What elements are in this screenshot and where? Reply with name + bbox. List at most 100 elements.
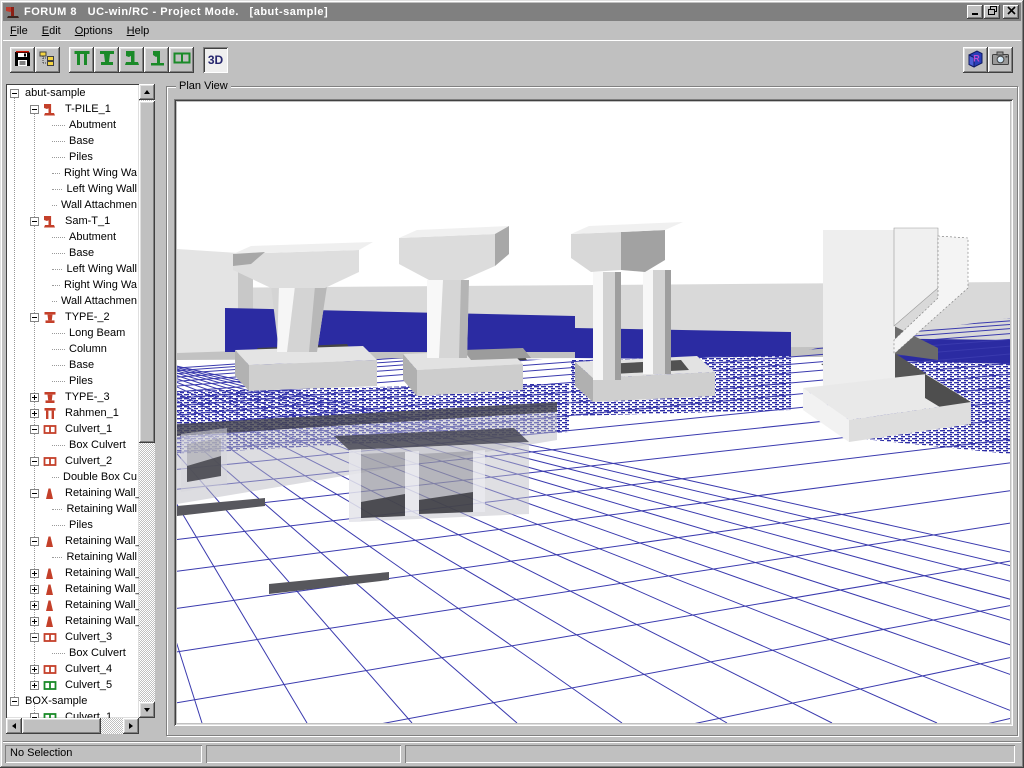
tree-item-retaining-wall[interactable]: Retaining Wall_ — [6, 533, 139, 549]
tree-item-retaining-wall[interactable]: Retaining Wall_ — [6, 597, 139, 613]
tree-item-label: Rahmen_1 — [63, 407, 121, 419]
tree-item-label: abut-sample — [23, 87, 88, 99]
box-culvert-button[interactable] — [169, 47, 194, 73]
menu-file[interactable]: File — [3, 23, 35, 39]
report-button[interactable]: R — [963, 47, 988, 73]
scroll-up-button[interactable] — [139, 84, 155, 100]
close-button[interactable] — [1003, 5, 1019, 19]
tree-connector — [52, 157, 65, 158]
plan-view-canvas[interactable] — [177, 102, 1010, 723]
tree-item-retaining-wall[interactable]: Retaining Wall_ — [6, 581, 139, 597]
expand-minus-box[interactable] — [30, 313, 39, 322]
expand-minus-box[interactable] — [30, 217, 39, 226]
expand-minus-box[interactable] — [30, 457, 39, 466]
tree-item-culvert-3[interactable]: Culvert_3 — [6, 629, 139, 645]
tree-item-culvert-5[interactable]: Culvert_5 — [6, 677, 139, 693]
close-icon — [1007, 6, 1016, 18]
restore-button[interactable] — [984, 5, 1000, 19]
tree-item-box-culvert[interactable]: Box Culvert — [6, 645, 139, 661]
tree-item-culvert-2[interactable]: Culvert_2 — [6, 453, 139, 469]
expand-minus-box[interactable] — [30, 425, 39, 434]
tree-item-retaining-wall[interactable]: Retaining Wall_ — [6, 565, 139, 581]
tree-item-right-wing-wa[interactable]: Right Wing Wa — [6, 277, 139, 293]
tree-connector — [52, 189, 62, 190]
scroll-down-button[interactable] — [139, 702, 155, 718]
tree-item-culvert-1[interactable]: Culvert_1 — [6, 709, 139, 718]
save-button[interactable] — [10, 47, 35, 73]
expand-plus-box[interactable] — [30, 665, 39, 674]
tree-item-box-sample[interactable]: BOX-sample — [6, 693, 139, 709]
culvert-red-icon — [43, 631, 60, 644]
tree-item-left-wing-wall[interactable]: Left Wing Wall — [6, 181, 139, 197]
window-controls — [966, 5, 1019, 19]
snapshot-button[interactable] — [988, 47, 1013, 73]
tree-item-type-2[interactable]: TYPE-_2 — [6, 309, 139, 325]
tree-item-long-beam[interactable]: Long Beam — [6, 325, 139, 341]
scroll-right-button[interactable] — [123, 718, 139, 734]
tree-vertical-scrollbar[interactable] — [139, 84, 155, 718]
expand-plus-box[interactable] — [30, 681, 39, 690]
abutment-a-button[interactable] — [119, 47, 144, 73]
minimize-button[interactable] — [967, 5, 983, 19]
expand-minus-box[interactable] — [30, 489, 39, 498]
expand-minus-box[interactable] — [30, 537, 39, 546]
expand-minus-box[interactable] — [30, 105, 39, 114]
tree-item-rahmen-1[interactable]: Rahmen_1 — [6, 405, 139, 421]
menu-options[interactable]: Options — [68, 23, 120, 39]
horizontal-scroll-thumb[interactable] — [22, 718, 101, 734]
status-panel-2 — [206, 745, 401, 763]
expand-plus-box[interactable] — [30, 617, 39, 626]
tree-item-box-culvert[interactable]: Box Culvert — [6, 437, 139, 453]
tree-item-abutment[interactable]: Abutment — [6, 117, 139, 133]
tree-item-column[interactable]: Column — [6, 341, 139, 357]
tree-item-retaining-wall[interactable]: Retaining Wall_ — [6, 613, 139, 629]
app-window: FORUM 8 UC-win/RC - Project Mode. [abut-… — [0, 0, 1024, 768]
menu-help[interactable]: Help — [120, 23, 157, 39]
project-tree-button[interactable] — [35, 47, 60, 73]
tree-item-retaining-wall[interactable]: Retaining Wall_ — [6, 485, 139, 501]
tree-item-t-pile-1[interactable]: T-PILE_1 — [6, 101, 139, 117]
wall-red-icon — [43, 535, 60, 548]
tree-item-double-box-cu[interactable]: Double Box Cu — [6, 469, 139, 485]
expand-minus-box[interactable] — [10, 697, 19, 706]
tree-item-label: Retaining Wall_ — [63, 487, 139, 499]
menu-edit[interactable]: Edit — [35, 23, 68, 39]
tree-item-sam-t-1[interactable]: Sam-T_1 — [6, 213, 139, 229]
pier-t-button[interactable] — [94, 47, 119, 73]
window-title: FORUM 8 UC-win/RC - Project Mode. [abut-… — [24, 6, 966, 18]
vertical-scroll-thumb[interactable] — [139, 101, 155, 443]
tree-connector — [52, 509, 62, 510]
scroll-left-button[interactable] — [6, 718, 22, 734]
tree-item-wall-attachmen[interactable]: Wall Attachmen — [6, 197, 139, 213]
tree-item-label: Right Wing Wa — [62, 279, 139, 291]
expand-plus-box[interactable] — [30, 601, 39, 610]
expand-minus-box[interactable] — [10, 89, 19, 98]
expand-plus-box[interactable] — [30, 393, 39, 402]
expand-plus-box[interactable] — [30, 569, 39, 578]
abutment-b-button[interactable] — [144, 47, 169, 73]
tree-item-left-wing-wall[interactable]: Left Wing Wall — [6, 261, 139, 277]
tree-item-label: Sam-T_1 — [63, 215, 112, 227]
tree-item-right-wing-wa[interactable]: Right Wing Wa — [6, 165, 139, 181]
expand-minus-box[interactable] — [30, 633, 39, 642]
view-3d-button[interactable]: 3D — [203, 47, 228, 73]
tree-item-base[interactable]: Base — [6, 133, 139, 149]
tree-item-piles[interactable]: Piles — [6, 373, 139, 389]
tree-item-retaining-wall[interactable]: Retaining Wall — [6, 549, 139, 565]
tree-item-base[interactable]: Base — [6, 357, 139, 373]
expand-plus-box[interactable] — [30, 409, 39, 418]
tree-item-culvert-4[interactable]: Culvert_4 — [6, 661, 139, 677]
tree-item-wall-attachmen[interactable]: Wall Attachmen — [6, 293, 139, 309]
tree-item-retaining-wall[interactable]: Retaining Wall — [6, 501, 139, 517]
pier-frame-button[interactable] — [69, 47, 94, 73]
tree-item-type-3[interactable]: TYPE-_3 — [6, 389, 139, 405]
tree-item-piles[interactable]: Piles — [6, 517, 139, 533]
tree-horizontal-scrollbar[interactable] — [6, 718, 139, 734]
tree-item-culvert-1[interactable]: Culvert_1 — [6, 421, 139, 437]
tree-item-abut-sample[interactable]: abut-sample — [6, 85, 139, 101]
expand-plus-box[interactable] — [30, 585, 39, 594]
tree-item-piles[interactable]: Piles — [6, 149, 139, 165]
pi-pier-icon — [72, 48, 92, 71]
tree-item-abutment[interactable]: Abutment — [6, 229, 139, 245]
tree-item-base[interactable]: Base — [6, 245, 139, 261]
